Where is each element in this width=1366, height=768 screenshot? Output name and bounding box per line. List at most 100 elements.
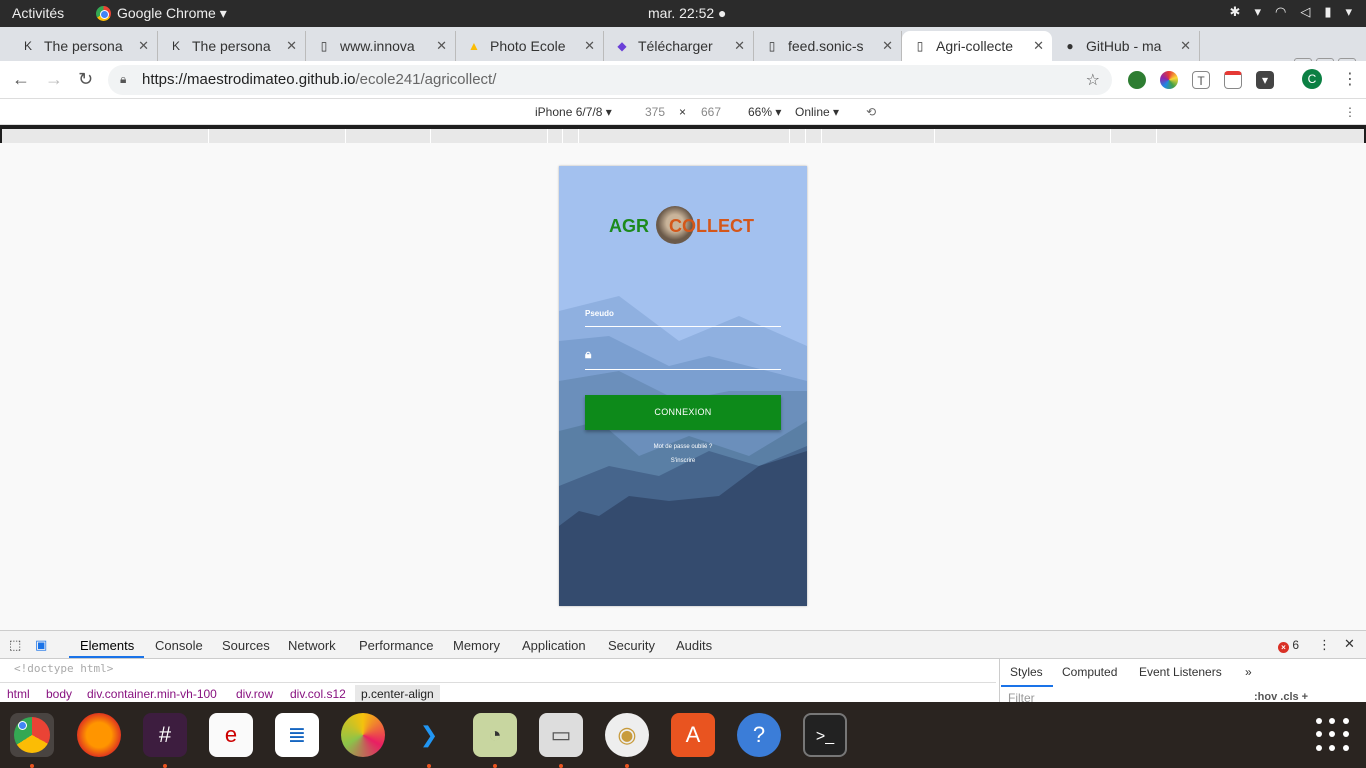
k-icon: K <box>171 39 180 53</box>
reload-button[interactable]: ↻ <box>78 69 93 90</box>
network-throttle-select[interactable]: Online ▾ <box>795 105 839 119</box>
app-menu[interactable]: Google Chrome ▾ <box>96 5 227 22</box>
tab-application[interactable]: Application <box>522 638 586 653</box>
colors-app-icon[interactable] <box>341 713 385 757</box>
forgot-password-link[interactable]: Mot de passe oublié ? <box>559 444 807 450</box>
zoom-select[interactable]: 66% ▾ <box>748 105 781 119</box>
url-host: https://maestrodimateo.github.io <box>142 71 356 88</box>
tab-sources[interactable]: Sources <box>222 638 270 653</box>
k-icon: K <box>23 39 32 53</box>
breadcrumb-row[interactable]: div.row <box>236 687 273 701</box>
tab[interactable]: ▯ feed.sonic-s ✕ <box>754 31 902 61</box>
chrome-launcher-icon[interactable] <box>10 713 54 757</box>
tab-performance[interactable]: Performance <box>359 638 433 653</box>
tab-styles[interactable]: Styles <box>1010 665 1043 679</box>
help-icon[interactable]: ? <box>737 713 781 757</box>
tab-active[interactable]: ▯ Agri-collecte ✕ <box>902 31 1052 61</box>
running-indicator <box>493 764 497 768</box>
breadcrumb-container[interactable]: div.container.min-vh-100 <box>87 687 217 701</box>
dom-doctype-line[interactable]: <!doctype html> <box>14 662 113 675</box>
breadcrumb-col[interactable]: div.col.s12 <box>290 687 346 701</box>
menu-arrow-icon[interactable]: ▾ <box>1254 4 1261 20</box>
address-bar[interactable]: 🔒︎ https://maestrodimateo.github.io/ecol… <box>108 65 1112 95</box>
close-icon[interactable]: ✕ <box>734 38 745 54</box>
vscode-icon[interactable]: ❯ <box>407 713 451 757</box>
back-button[interactable]: ← <box>12 69 30 90</box>
app-name: Google Chrome ▾ <box>117 5 227 21</box>
show-applications-icon[interactable] <box>1316 718 1350 752</box>
lock-icon[interactable]: 🔒︎ <box>120 72 126 87</box>
device-viewport: AGR COLLECT Pseudo 🔒︎ CONNEXION Mot de p… <box>559 166 807 606</box>
pseudo-field[interactable]: Pseudo <box>585 309 781 327</box>
image-viewer-icon[interactable]: ◔ <box>473 713 517 757</box>
extension-calendar-icon[interactable] <box>1224 71 1242 89</box>
styles-tab-indicator <box>1001 685 1053 687</box>
close-icon[interactable]: ✕ <box>882 38 893 54</box>
devtools-panel: ⬚ ▣ Elements Console Sources Network Per… <box>0 630 1366 705</box>
tab-memory[interactable]: Memory <box>453 638 500 653</box>
firefox-icon[interactable] <box>77 713 121 757</box>
tab[interactable]: ▲ Photo Ecole ✕ <box>456 31 604 61</box>
pocket-icon[interactable]: ▾ <box>1256 71 1274 89</box>
clock[interactable]: mar. 22:52 ● <box>648 5 727 21</box>
chevron-down-icon[interactable]: ▾ <box>1345 4 1352 20</box>
tab-console[interactable]: Console <box>155 638 203 653</box>
close-icon[interactable]: ✕ <box>1180 38 1191 54</box>
password-field[interactable]: 🔒︎ <box>585 347 781 370</box>
register-link[interactable]: S'inscrire <box>559 458 807 464</box>
device-select[interactable]: iPhone 6/7/8 ▾ <box>535 105 612 119</box>
tab[interactable]: K The persona ✕ <box>10 31 158 61</box>
tab[interactable]: ◆ Télécharger ✕ <box>604 31 754 61</box>
device-menu-icon[interactable]: ⋮ <box>1344 105 1356 119</box>
tab-strip: K The persona ✕ K The persona ✕ ▯ www.innova ✕… <box>0 27 1366 79</box>
tab[interactable]: K The persona ✕ <box>158 31 306 61</box>
devtools-menu-icon[interactable]: ⋮ <box>1318 637 1331 653</box>
tab[interactable]: ● GitHub - ma ✕ <box>1052 31 1200 61</box>
height-input[interactable]: 667 <box>701 105 721 119</box>
width-input[interactable]: 375 <box>645 105 665 119</box>
tab-computed[interactable]: Computed <box>1062 665 1117 679</box>
tab-event-listeners[interactable]: Event Listeners <box>1139 665 1222 679</box>
bookmark-star-icon[interactable]: ☆ <box>1086 70 1100 90</box>
extension-color-icon[interactable] <box>1160 71 1178 89</box>
forward-button[interactable]: → <box>45 69 63 90</box>
network-icon[interactable]: ✱ <box>1230 4 1241 20</box>
rotate-icon[interactable]: ⟲ <box>866 105 876 119</box>
breadcrumb-body[interactable]: body <box>46 687 72 701</box>
volume-icon[interactable]: ◁ <box>1300 4 1310 20</box>
device-toggle-icon[interactable]: ▣ <box>35 637 47 653</box>
tab[interactable]: ▯ www.innova ✕ <box>306 31 456 61</box>
activities-button[interactable]: Activités <box>12 5 64 21</box>
rhythmbox-icon[interactable]: ◉ <box>605 713 649 757</box>
tab-network[interactable]: Network <box>288 638 336 653</box>
software-center-icon[interactable]: A <box>671 713 715 757</box>
close-icon[interactable]: ✕ <box>286 38 297 54</box>
document-viewer-icon[interactable]: e <box>209 713 253 757</box>
extension-globe-icon[interactable] <box>1128 71 1146 89</box>
media-query-bar[interactable] <box>2 129 1364 143</box>
system-tray[interactable]: ✱ ▾ ◠ ◁ ▮ ▾ <box>1230 4 1352 20</box>
breadcrumb-selected[interactable]: p.center-align <box>355 685 440 703</box>
writer-icon[interactable]: ≣ <box>275 713 319 757</box>
close-icon[interactable]: ✕ <box>138 38 149 54</box>
chrome-menu-icon[interactable]: ⋮ <box>1342 69 1358 89</box>
close-icon[interactable]: ✕ <box>584 38 595 54</box>
inspect-element-icon[interactable]: ⬚ <box>9 637 21 653</box>
tab-security[interactable]: Security <box>608 638 655 653</box>
breadcrumb-html[interactable]: html <box>7 687 30 701</box>
extension-text-icon[interactable]: T <box>1192 71 1210 89</box>
tab-elements[interactable]: Elements <box>80 638 134 653</box>
terminal-icon[interactable]: >_ <box>803 713 847 757</box>
profile-avatar[interactable]: C <box>1302 69 1322 89</box>
close-icon[interactable]: ✕ <box>436 38 447 54</box>
battery-icon[interactable]: ▮ <box>1324 4 1331 20</box>
login-button[interactable]: CONNEXION <box>585 395 781 430</box>
slack-icon[interactable]: # <box>143 713 187 757</box>
close-devtools-icon[interactable]: ✕ <box>1344 636 1355 652</box>
tab-audits[interactable]: Audits <box>676 638 712 653</box>
close-icon[interactable]: ✕ <box>1033 38 1044 54</box>
wifi-icon[interactable]: ◠ <box>1275 4 1286 20</box>
files-icon[interactable]: ▭ <box>539 713 583 757</box>
error-counter[interactable]: × 6 <box>1278 638 1299 653</box>
more-tabs-icon[interactable]: » <box>1245 665 1252 679</box>
